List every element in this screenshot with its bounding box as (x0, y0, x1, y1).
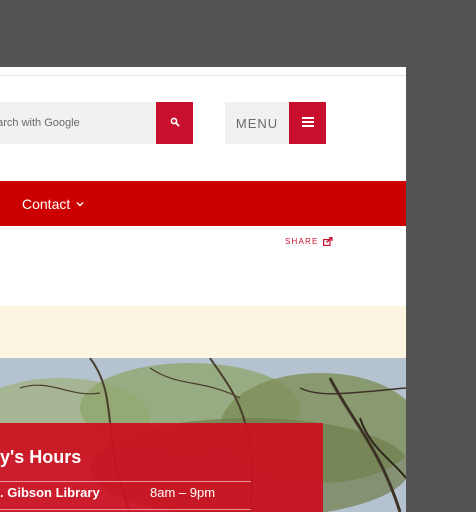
share-link[interactable]: SHARE (285, 237, 333, 246)
menu-label: MENU (225, 102, 289, 144)
top-divider (0, 75, 406, 76)
hours-title: y's Hours (0, 447, 82, 467)
chevron-down-icon (76, 201, 84, 207)
main-nav: Contact (0, 181, 406, 226)
menu-toggle[interactable] (289, 102, 326, 144)
notice-banner (0, 306, 406, 358)
page: MENU Contact SHARE (0, 67, 406, 512)
share-icon (322, 237, 333, 246)
search-button[interactable] (156, 102, 193, 144)
hours-panel: y's Hours . Gibson Library 8am – 9pm (0, 423, 323, 512)
nav-item-label: Contact (22, 195, 71, 212)
hamburger-icon (301, 114, 314, 132)
menu-button[interactable]: MENU (225, 102, 327, 144)
share-label: SHARE (285, 237, 319, 246)
divider (0, 509, 251, 510)
search-input[interactable] (0, 102, 156, 144)
divider (0, 481, 251, 482)
nav-item-contact[interactable]: Contact (22, 181, 84, 226)
search-icon (170, 114, 180, 132)
library-name[interactable]: . Gibson Library (0, 485, 100, 500)
hours-row: . Gibson Library 8am – 9pm (0, 485, 251, 509)
library-hours: 8am – 9pm (150, 485, 216, 500)
